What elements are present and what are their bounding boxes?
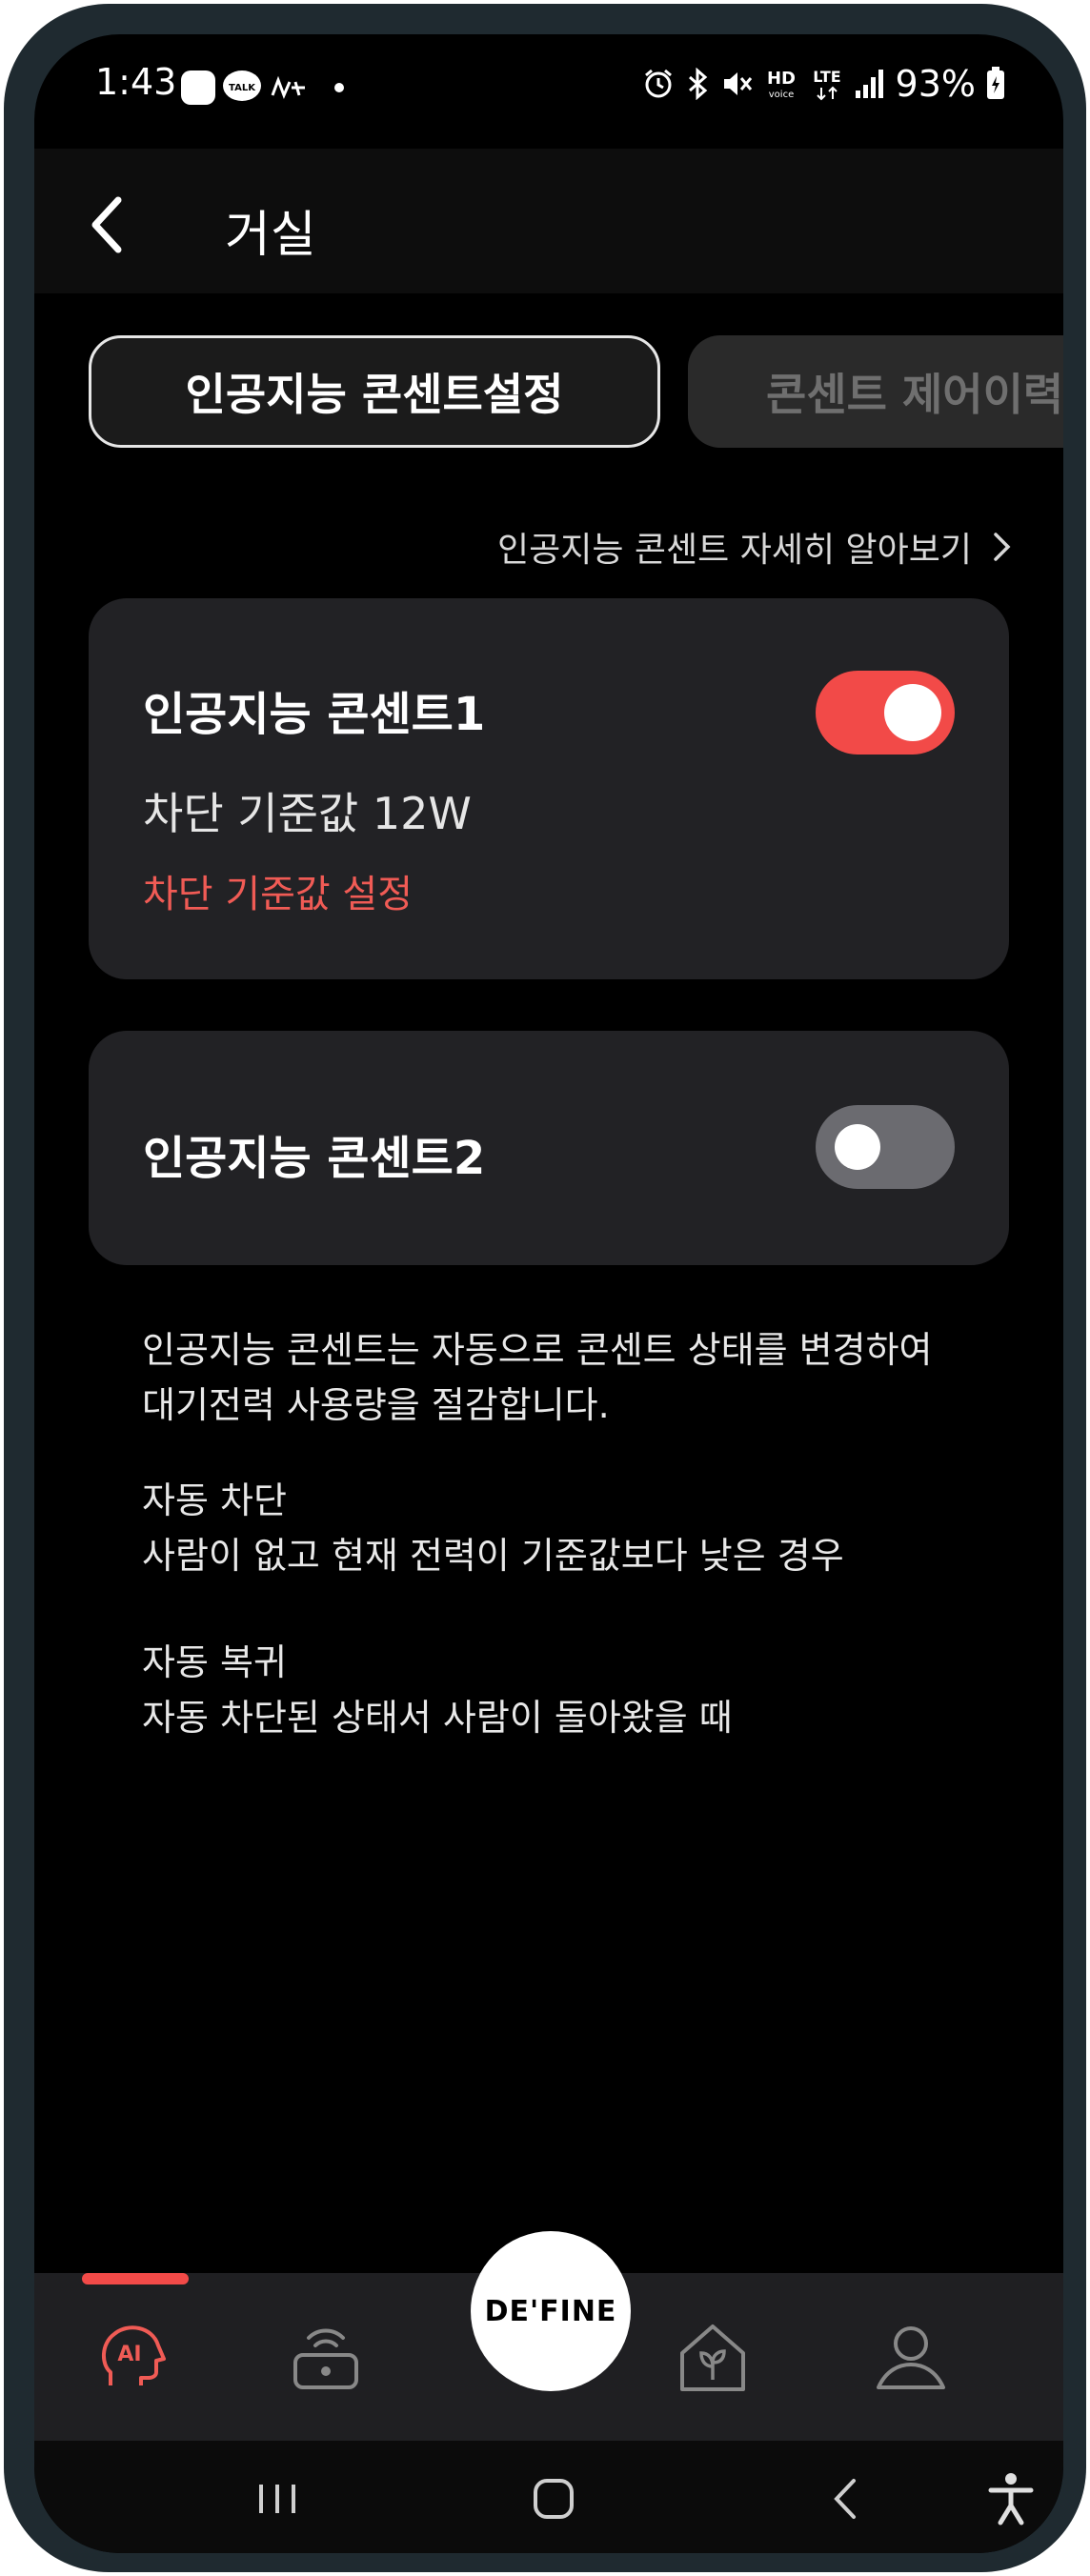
tab-outlet-settings[interactable]: 인공지능 콘센트설정 [89,335,660,448]
lte-icon: LTE [813,68,840,101]
alarm-icon [644,69,672,98]
status-time: 1:43 [95,61,177,103]
chat-icon [181,70,215,105]
svg-text:HD: HD [767,69,796,89]
description-line: 사람이 없고 현재 전력이 기준값보다 낮은 경우 [142,1535,844,1577]
description-heading: 자동 차단 [142,1479,287,1521]
back-icon[interactable] [814,2465,880,2532]
description-intro: 인공지능 콘센트는 자동으로 콘센트 상태를 변경하여 대기전력 사용량을 절감… [142,1322,999,1433]
learn-more-label: 인공지능 콘센트 자세히 알아보기 [496,531,972,570]
svg-text:AI: AI [117,2343,141,2366]
svg-text:LTE: LTE [813,68,840,86]
outlet-card-1: 인공지능 콘센트1 차단 기준값 12W 차단 기준값 설정 [89,598,1009,979]
back-button[interactable] [72,187,149,263]
chevron-left-icon [91,196,122,253]
svg-text:voice: voice [768,90,793,100]
description-line: 인공지능 콘센트는 자동으로 콘센트 상태를 변경하여 [142,1329,933,1371]
system-nav-bar [34,2441,1063,2553]
description-line: 자동 차단된 상태서 사람이 돌아왔을 때 [142,1697,733,1739]
app-header: 거실 [34,149,1063,293]
chevron-right-icon [994,533,1011,561]
router-icon[interactable] [286,2317,366,2397]
define-center-button[interactable]: DE'FINE [471,2231,631,2391]
learn-more-link[interactable]: 인공지능 콘센트 자세히 알아보기 [497,518,1014,575]
outlet-card-2: 인공지능 콘센트2 [89,1031,1009,1265]
home-plant-icon[interactable] [673,2317,753,2397]
app-screen: 1:43 TALK HD voice LTE 93% 거실 인공지능 콘센트설정… [34,34,1063,2553]
svg-text:TALK: TALK [229,83,256,93]
outlet-name: 인공지능 콘센트1 [143,688,486,741]
outlet-2-toggle[interactable] [816,1105,955,1189]
hd-voice-icon: HD voice [767,69,796,100]
outlet-name: 인공지능 콘센트2 [143,1132,486,1185]
status-right: HD voice LTE 93% [642,61,1006,107]
ai-head-icon[interactable]: AI [93,2317,173,2397]
toggle-knob [835,1124,880,1170]
battery-icon [987,67,1004,99]
outlet-1-toggle[interactable] [816,671,955,755]
tab-control-history[interactable]: 콘센트 제어이력 [688,335,1063,448]
phone-frame: 1:43 TALK HD voice LTE 93% 거실 인공지능 콘센트설정… [4,4,1086,2572]
description-heading: 자동 복귀 [142,1641,287,1683]
signal-icon [855,70,883,98]
active-tab-indicator [82,2273,189,2284]
toggle-knob [884,684,941,741]
battery-percent: 93% [895,63,976,105]
description-auto-restore: 자동 복귀 자동 차단된 상태서 사람이 돌아왔을 때 [142,1635,999,1745]
bluetooth-icon [688,68,707,100]
threshold-value: 차단 기준값 12W [143,788,472,839]
notification-icons: TALK [181,70,344,105]
mute-icon [723,72,752,95]
page-title: 거실 [225,207,316,264]
status-bar: 1:43 TALK HD voice LTE 93% [34,34,1063,149]
profile-icon[interactable] [871,2317,951,2397]
home-icon[interactable] [520,2465,587,2532]
description-auto-off: 자동 차단 사람이 없고 현재 전력이 기준값보다 낮은 경우 [142,1473,999,1583]
app-icon [271,75,305,100]
threshold-settings-link[interactable]: 차단 기준값 설정 [143,863,413,918]
description-line: 대기전력 사용량을 절감합니다. [142,1384,610,1426]
recent-apps-icon[interactable] [244,2465,311,2532]
dot-icon [334,83,344,92]
accessibility-icon[interactable] [978,2465,1044,2532]
